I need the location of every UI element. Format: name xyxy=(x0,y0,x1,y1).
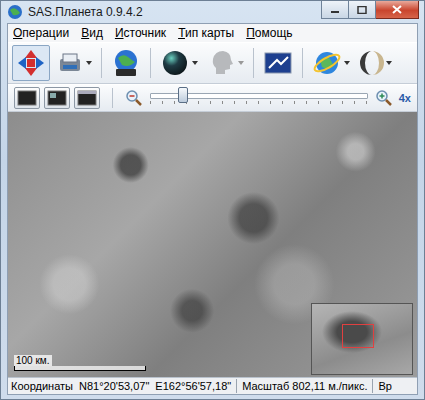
moon-button[interactable] xyxy=(356,45,396,81)
layers-button[interactable] xyxy=(52,46,96,80)
menu-item[interactable]: Источник xyxy=(115,26,166,40)
zoom-level-label: 4x xyxy=(397,92,411,104)
dark-sphere-icon xyxy=(160,48,190,78)
caption-buttons xyxy=(321,1,419,19)
coordinates-section: Координаты N81°20'53,07" E162°56'57,18" xyxy=(8,379,237,393)
scale-section: Масштаб 802,11 м./пикс. xyxy=(237,379,373,393)
client-area: Операции Вид Источник Тип карты Помощь 4x 100 … xyxy=(7,23,418,395)
maximize-icon xyxy=(357,6,367,14)
dropdown-arrow-icon xyxy=(344,61,350,65)
status-bar: Координаты N81°20'53,07" E162°56'57,18" Мас… xyxy=(8,377,417,394)
toolbar-separator xyxy=(302,48,303,78)
title-bar: SAS.Планета 0.9.4.2 xyxy=(1,1,424,23)
internet-globe-icon xyxy=(312,48,342,78)
sphere-button[interactable] xyxy=(156,45,202,81)
globe-icon xyxy=(7,4,23,20)
head-button[interactable] xyxy=(204,45,248,81)
main-toolbar xyxy=(8,42,417,84)
maximize-button[interactable] xyxy=(349,1,376,19)
internet-button[interactable] xyxy=(308,45,354,81)
menu-item[interactable]: Вид xyxy=(81,26,103,40)
close-button[interactable] xyxy=(376,1,419,19)
toolbar-separator xyxy=(101,48,102,78)
minimize-icon xyxy=(330,6,340,14)
toolbar-separator xyxy=(150,48,151,78)
menu-item[interactable]: Операции xyxy=(13,26,69,40)
dropdown-arrow-icon xyxy=(86,61,92,65)
scale-bar: 100 км. xyxy=(14,355,144,371)
window-bars-icon xyxy=(77,90,97,106)
view-mode-button[interactable] xyxy=(14,87,40,109)
scale-line xyxy=(14,366,146,371)
dropdown-arrow-icon xyxy=(192,61,198,65)
zoom-slider[interactable] xyxy=(147,93,371,104)
globe-map-icon xyxy=(111,48,141,78)
move-arrows-icon xyxy=(16,48,46,78)
screen-button[interactable] xyxy=(259,47,297,79)
zoom-toolbar: 4x xyxy=(8,84,417,112)
head-silhouette-icon xyxy=(208,48,236,78)
mini-map[interactable] xyxy=(311,303,413,375)
menu-item[interactable]: Помощь xyxy=(246,26,292,40)
minimize-button[interactable] xyxy=(321,1,349,19)
window-minimap-icon xyxy=(47,90,67,106)
menu-bar: Операции Вид Источник Тип карты Помощь xyxy=(8,24,417,42)
moon-icon xyxy=(360,48,384,78)
dropdown-arrow-icon xyxy=(238,61,244,65)
window-title: SAS.Планета 0.9.4.2 xyxy=(28,5,143,19)
toolbar-separator xyxy=(112,88,113,108)
slider-thumb[interactable] xyxy=(178,87,188,103)
window-full-icon xyxy=(17,90,37,106)
latitude-value: N81°20'53,07" xyxy=(79,380,149,392)
close-icon xyxy=(392,5,402,14)
view-mode-button[interactable] xyxy=(44,87,70,109)
toolbar-separator xyxy=(253,48,254,78)
menu-item[interactable]: Тип карты xyxy=(178,26,234,40)
slider-track xyxy=(150,93,368,99)
zoom-out-icon[interactable] xyxy=(125,89,143,107)
time-section: Вр xyxy=(373,379,396,393)
zoom-in-icon[interactable] xyxy=(375,89,393,107)
coordinates-label: Координаты xyxy=(11,380,73,392)
view-mode-button[interactable] xyxy=(74,87,100,109)
scale-label: 100 км. xyxy=(14,355,52,366)
map-view[interactable]: 100 км. xyxy=(8,112,417,377)
screen-icon xyxy=(263,50,293,76)
layers-icon xyxy=(56,49,84,77)
app-window: SAS.Планета 0.9.4.2 Операции Вид Источник Ти… xyxy=(0,0,425,400)
move-tool-button[interactable] xyxy=(12,45,50,81)
longitude-value: E162°56'57,18" xyxy=(155,380,231,392)
dropdown-arrow-icon xyxy=(386,61,392,65)
mini-map-viewport xyxy=(342,324,374,348)
map-globe-button[interactable] xyxy=(107,45,145,81)
